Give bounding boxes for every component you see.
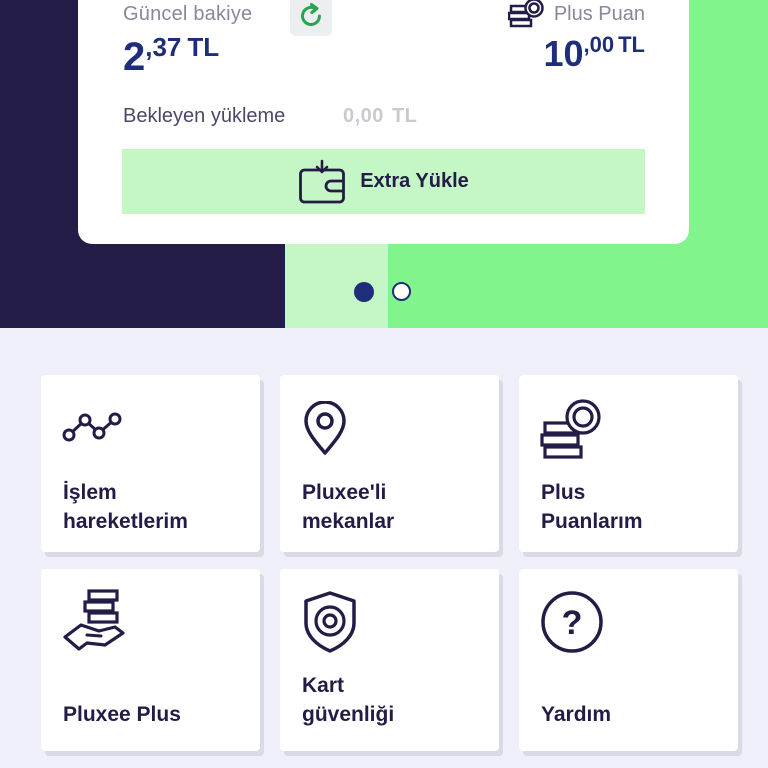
tile-venues[interactable]: Pluxee'li mekanlar	[280, 375, 499, 552]
pending-topup-label: Bekleyen yükleme	[123, 105, 286, 127]
tile-transactions[interactable]: İşlem hareketlerim	[41, 375, 260, 552]
current-balance-label: Güncel bakiye	[123, 3, 253, 25]
transactions-chart-icon	[62, 412, 122, 442]
hand-coins-icon	[63, 589, 125, 651]
plus-points-decimals: ,00	[583, 32, 615, 57]
plus-points-currency: TL	[618, 32, 645, 57]
carousel-indicator	[354, 282, 411, 302]
balance-card[interactable]: Güncel bakiye 2,37 TL Plus Puan 10,00 TL…	[78, 0, 689, 244]
tile-pluxee-plus[interactable]: Pluxee Plus	[41, 569, 260, 751]
pending-topup-value: 0,00	[343, 105, 384, 127]
location-pin-icon	[304, 401, 346, 455]
coins-stack-icon	[507, 0, 544, 28]
refresh-button[interactable]	[290, 0, 332, 36]
tile-plus-points[interactable]: Plus Puanlarım	[519, 375, 738, 552]
plus-points-label: Plus Puan	[553, 2, 645, 25]
carousel-dot-1[interactable]	[354, 282, 374, 302]
tile-card-security-label: Kart güvenliği	[302, 674, 395, 726]
pending-topup-amount: 0,00 TL	[343, 105, 417, 128]
tile-help[interactable]: ? Yardım	[519, 569, 738, 751]
plus-points-amount: 10,00 TL	[508, 32, 645, 75]
shield-eye-icon	[304, 591, 356, 653]
help-circle-icon: ?	[541, 591, 603, 653]
tile-plus-points-label: Plus Puanlarım	[541, 481, 643, 533]
pending-topup-currency: TL	[391, 105, 418, 127]
extra-topup-label: Extra Yükle	[360, 170, 469, 192]
tile-help-label: Yardım	[541, 703, 612, 726]
current-balance-amount: 2,37 TL	[123, 32, 219, 80]
tile-card-security[interactable]: Kart güvenliği	[280, 569, 499, 751]
current-balance-currency: TL	[187, 32, 220, 62]
wallet-download-icon	[299, 159, 346, 203]
tile-transactions-label: İşlem hareketlerim	[63, 481, 188, 533]
current-balance-decimals: ,37	[145, 32, 182, 62]
tile-pluxee-plus-label: Pluxee Plus	[63, 703, 181, 726]
svg-text:?: ?	[562, 604, 583, 642]
plus-points: Plus Puan 10,00 TL	[507, 0, 645, 75]
current-balance-integer: 2	[123, 35, 146, 79]
carousel-dot-2[interactable]	[392, 282, 411, 301]
extra-topup-button[interactable]: Extra Yükle	[122, 149, 645, 214]
top-banner: Güncel bakiye 2,37 TL Plus Puan 10,00 TL…	[0, 0, 768, 328]
coins-stack-icon	[540, 399, 601, 459]
tile-venues-label: Pluxee'li mekanlar	[302, 481, 395, 533]
refresh-icon	[301, 3, 321, 26]
plus-points-integer: 10	[543, 33, 584, 74]
